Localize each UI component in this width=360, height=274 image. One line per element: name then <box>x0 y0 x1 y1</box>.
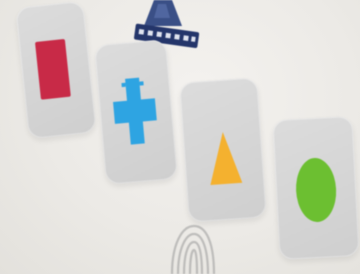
tile-circle <box>272 116 360 260</box>
triangle-icon <box>210 131 243 185</box>
tile-triangle <box>179 77 267 223</box>
square-icon <box>35 39 71 100</box>
tile-square <box>15 0 97 140</box>
fingerprint-icon <box>170 224 216 274</box>
circle-icon <box>296 158 337 222</box>
tile-cross <box>94 39 178 185</box>
photo-scene <box>0 0 360 274</box>
cross-icon <box>113 77 157 145</box>
